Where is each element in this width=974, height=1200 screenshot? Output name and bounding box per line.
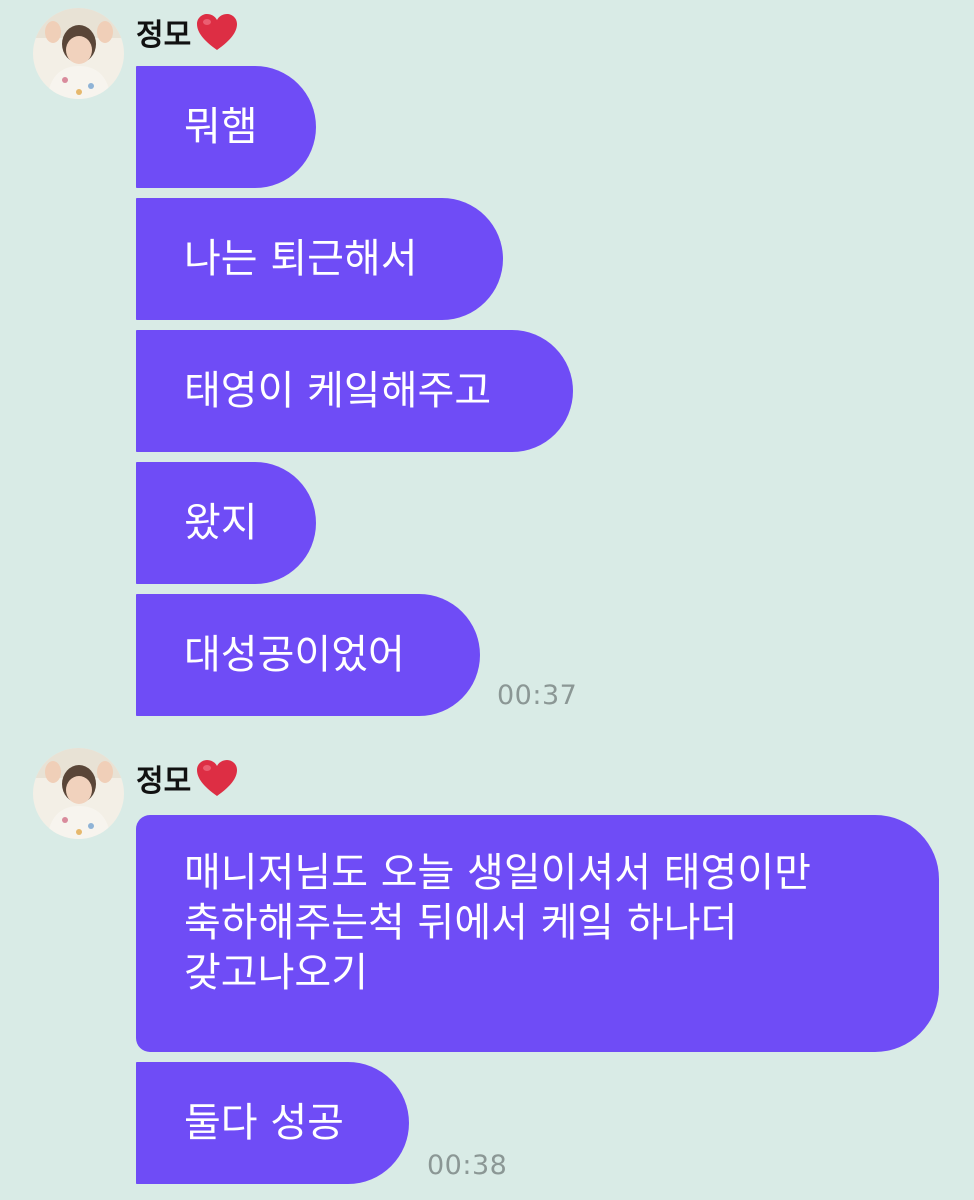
message-text: 왔지 bbox=[184, 500, 258, 546]
message-text-line: 갖고나오기 bbox=[184, 950, 368, 996]
message-bubble[interactable]: 왔지 bbox=[136, 462, 316, 584]
message-text-line: 축하해주는척 뒤에서 케잌 하나더 bbox=[184, 900, 738, 946]
red-heart-icon bbox=[195, 758, 239, 798]
avatar[interactable] bbox=[33, 748, 124, 839]
message-bubble[interactable]: 태영이 케잌해주고 bbox=[136, 330, 573, 452]
message-bubble[interactable]: 뭐햄 bbox=[136, 66, 316, 188]
message-text: 둘다 성공 bbox=[184, 1100, 344, 1146]
message-bubble[interactable]: 매니저님도 오늘 생일이셔서 태영이만 축하해주는척 뒤에서 케잌 하나더 갖고… bbox=[136, 815, 939, 1052]
message-text-line: 매니저님도 오늘 생일이셔서 태영이만 bbox=[184, 850, 811, 896]
message-text: 뭐햄 bbox=[184, 104, 258, 150]
message-timestamp: 00:38 bbox=[427, 1150, 508, 1181]
avatar[interactable] bbox=[33, 8, 124, 99]
message-timestamp: 00:37 bbox=[497, 680, 578, 711]
message-text: 나는 퇴근해서 bbox=[184, 236, 418, 282]
sender-name-text: 정모 bbox=[136, 18, 192, 53]
message-bubble[interactable]: 둘다 성공 bbox=[136, 1062, 409, 1184]
red-heart-icon bbox=[195, 12, 239, 52]
message-text: 대성공이었어 bbox=[184, 632, 405, 678]
message-text: 태영이 케잌해주고 bbox=[184, 368, 492, 414]
message-bubble[interactable]: 대성공이었어 bbox=[136, 594, 480, 716]
sender-name: 정모 bbox=[136, 10, 239, 54]
message-bubble[interactable]: 나는 퇴근해서 bbox=[136, 198, 503, 320]
sender-name-text: 정모 bbox=[136, 764, 192, 799]
sender-name: 정모 bbox=[136, 756, 239, 800]
